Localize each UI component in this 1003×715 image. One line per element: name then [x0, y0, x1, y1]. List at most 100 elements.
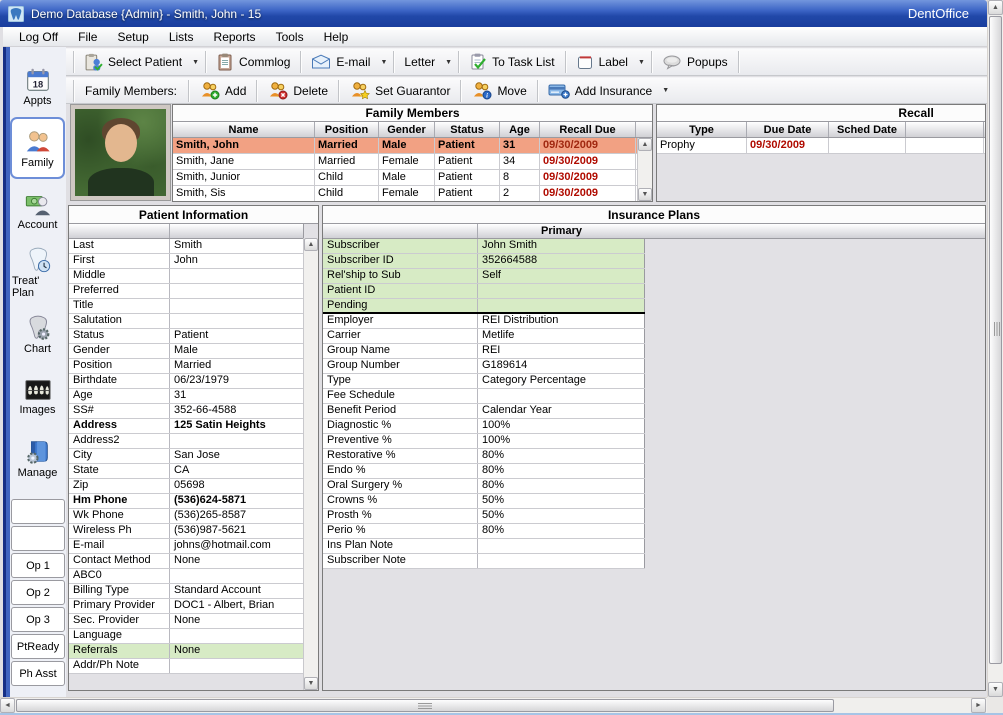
insurance-row[interactable]: Restorative %80%	[323, 449, 645, 464]
patient-info-row[interactable]: E-mailjohns@hotmail.com	[69, 539, 304, 554]
scroll-up-icon[interactable]: ▲	[988, 0, 1003, 15]
insurance-row[interactable]: Rel'ship to SubSelf	[323, 269, 645, 284]
insurance-row[interactable]: CarrierMetlife	[323, 329, 645, 344]
sidebar-module-treat-plan[interactable]: Treat' Plan	[10, 241, 65, 303]
insurance-row[interactable]: Fee Schedule	[323, 389, 645, 404]
horizontal-scrollbar[interactable]: ◄ ►	[0, 697, 987, 713]
commlog-button[interactable]: Commlog	[209, 51, 297, 74]
menu-reports[interactable]: Reports	[204, 28, 266, 46]
insurance-row[interactable]: Benefit PeriodCalendar Year	[323, 404, 645, 419]
patient-info-row[interactable]: Age31	[69, 389, 304, 404]
insurance-row[interactable]: Pending	[323, 299, 645, 314]
insurance-row[interactable]: Diagnostic %100%	[323, 419, 645, 434]
scroll-up-icon[interactable]: ▲	[638, 138, 652, 151]
sidebar-module-chart[interactable]: Chart	[10, 303, 65, 365]
patient-info-row[interactable]: Language	[69, 629, 304, 644]
insurance-row[interactable]: Crowns %50%	[323, 494, 645, 509]
letter-dropdown[interactable]: ▼	[442, 51, 455, 74]
insurance-row[interactable]: SubscriberJohn Smith	[323, 239, 645, 254]
op-button-op1[interactable]: Op 1	[11, 553, 65, 578]
patient-info-row[interactable]: Addr/Ph Note	[69, 659, 304, 674]
op-button-blank-2[interactable]	[11, 526, 65, 551]
add-family-member-button[interactable]: Add	[192, 79, 253, 102]
insurance-row[interactable]: Preventive %100%	[323, 434, 645, 449]
patient-info-row[interactable]: StatusPatient	[69, 329, 304, 344]
family-member-row[interactable]: Smith, SisChildFemalePatient209/30/2009	[173, 186, 652, 202]
add-insurance-dropdown[interactable]: ▼	[659, 79, 672, 102]
insurance-row[interactable]: Patient ID	[323, 284, 645, 299]
patient-info-scrollbar[interactable]: ▲ ▼	[303, 238, 318, 690]
patient-info-row[interactable]: Address125 Satin Heights	[69, 419, 304, 434]
patient-info-row[interactable]: Billing TypeStandard Account	[69, 584, 304, 599]
family-member-row[interactable]: Smith, JuniorChildMalePatient809/30/2009	[173, 170, 652, 186]
to-task-list-button[interactable]: To Task List	[462, 51, 561, 74]
add-insurance-button[interactable]: Add Insurance	[541, 79, 659, 102]
vertical-scrollbar[interactable]: ▲ ▼	[987, 0, 1003, 697]
op-button-op2[interactable]: Op 2	[11, 580, 65, 605]
scroll-down-icon[interactable]: ▼	[638, 188, 652, 201]
insurance-row[interactable]: Ins Plan Note	[323, 539, 645, 554]
patient-info-row[interactable]: Wireless Ph(536)987-5621	[69, 524, 304, 539]
op-button-phasst[interactable]: Ph Asst	[11, 661, 65, 686]
scroll-down-icon[interactable]: ▼	[988, 682, 1003, 697]
email-button[interactable]: E-mail	[304, 51, 377, 74]
letter-button[interactable]: Letter	[397, 51, 442, 74]
patient-info-row[interactable]: Birthdate06/23/1979	[69, 374, 304, 389]
family-member-row[interactable]: Smith, JaneMarriedFemalePatient3409/30/2…	[173, 154, 652, 170]
menu-file[interactable]: File	[68, 28, 107, 46]
scroll-left-icon[interactable]: ◄	[0, 698, 15, 713]
email-dropdown[interactable]: ▼	[377, 51, 390, 74]
patient-info-row[interactable]: Address2	[69, 434, 304, 449]
menu-lists[interactable]: Lists	[159, 28, 204, 46]
sidebar-module-family[interactable]: Family	[10, 117, 65, 179]
sidebar-module-account[interactable]: Account	[10, 179, 65, 241]
patient-info-row[interactable]: FirstJohn	[69, 254, 304, 269]
insurance-row[interactable]: Subscriber ID352664588	[323, 254, 645, 269]
insurance-row[interactable]: Perio %80%	[323, 524, 645, 539]
patient-info-row[interactable]: Contact MethodNone	[69, 554, 304, 569]
patient-info-row[interactable]: Wk Phone(536)265-8587	[69, 509, 304, 524]
menu-tools[interactable]: Tools	[266, 28, 314, 46]
patient-info-row[interactable]: Zip05698	[69, 479, 304, 494]
patient-info-row[interactable]: SS#352-66-4588	[69, 404, 304, 419]
insurance-row[interactable]: Group NumberG189614	[323, 359, 645, 374]
label-button[interactable]: Label	[569, 51, 635, 74]
patient-info-row[interactable]: Title	[69, 299, 304, 314]
insurance-row[interactable]: Group NameREI	[323, 344, 645, 359]
patient-info-row[interactable]: StateCA	[69, 464, 304, 479]
patient-info-row[interactable]: ReferralsNone	[69, 644, 304, 659]
scroll-up-icon[interactable]: ▲	[304, 238, 318, 251]
insurance-row[interactable]: Oral Surgery %80%	[323, 479, 645, 494]
op-button-ptready[interactable]: PtReady	[11, 634, 65, 659]
insurance-row[interactable]: EmployerREI Distribution	[323, 314, 645, 329]
scroll-down-icon[interactable]: ▼	[304, 677, 318, 690]
patient-info-row[interactable]: Sec. ProviderNone	[69, 614, 304, 629]
recall-row[interactable]: Prophy09/30/2009	[657, 138, 985, 154]
menu-setup[interactable]: Setup	[107, 28, 158, 46]
patient-info-row[interactable]: LastSmith	[69, 239, 304, 254]
horizontal-scrollbar-thumb[interactable]	[16, 699, 834, 712]
delete-family-member-button[interactable]: Delete	[260, 79, 335, 102]
insurance-row[interactable]: Subscriber Note	[323, 554, 645, 569]
patient-info-row[interactable]: PositionMarried	[69, 359, 304, 374]
patient-info-row[interactable]: Salutation	[69, 314, 304, 329]
sidebar-module-appts[interactable]: 18 Appts	[10, 55, 65, 117]
vertical-scrollbar-thumb[interactable]	[989, 16, 1002, 664]
insurance-row[interactable]: TypeCategory Percentage	[323, 374, 645, 389]
family-member-row[interactable]: Smith, JohnMarriedMalePatient3109/30/200…	[173, 138, 652, 154]
scroll-right-icon[interactable]: ►	[971, 698, 986, 713]
family-grid-scrollbar[interactable]: ▲ ▼	[637, 138, 652, 201]
set-guarantor-button[interactable]: Set Guarantor	[342, 79, 457, 102]
op-button-blank-1[interactable]	[11, 499, 65, 524]
menu-help[interactable]: Help	[314, 28, 359, 46]
insurance-row[interactable]: Prosth %50%	[323, 509, 645, 524]
menu-log-off[interactable]: Log Off	[9, 28, 68, 46]
label-dropdown[interactable]: ▼	[635, 51, 648, 74]
sidebar-module-images[interactable]: Images	[10, 365, 65, 427]
sidebar-module-manage[interactable]: Manage	[10, 427, 65, 489]
patient-info-row[interactable]: Middle	[69, 269, 304, 284]
op-button-op3[interactable]: Op 3	[11, 607, 65, 632]
patient-info-row[interactable]: ABC0	[69, 569, 304, 584]
patient-info-row[interactable]: Preferred	[69, 284, 304, 299]
insurance-row[interactable]: Endo %80%	[323, 464, 645, 479]
